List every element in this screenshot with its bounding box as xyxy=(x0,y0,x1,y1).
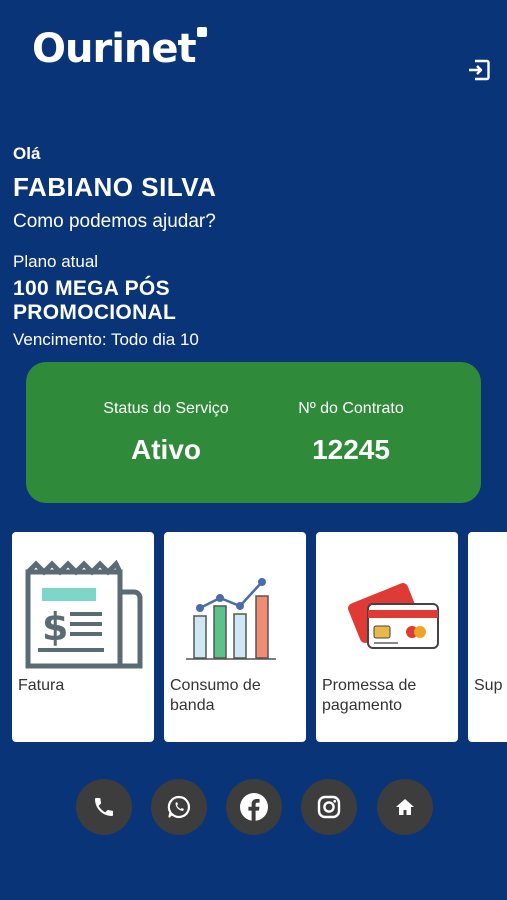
support-icon xyxy=(468,552,507,672)
social-bar xyxy=(0,779,507,836)
service-status-label: Status do Serviço xyxy=(103,400,229,417)
home-button[interactable] xyxy=(377,779,433,835)
phone-icon xyxy=(95,798,113,816)
shortcut-support[interactable]: Sup xyxy=(468,532,507,742)
contract-number-value: 12245 xyxy=(312,434,390,465)
plan-name: 100 MEGA PÓS PROMOCIONAL xyxy=(13,277,177,324)
greeting: Olá xyxy=(13,144,41,163)
shortcut-label: Consumo de banda xyxy=(170,677,261,714)
whatsapp-button[interactable] xyxy=(151,779,207,835)
facebook-icon xyxy=(240,793,268,821)
credit-card-icon xyxy=(347,583,439,649)
due-date: Vencimento: Todo dia 10 xyxy=(13,330,199,349)
plan-label: Plano atual xyxy=(13,252,99,271)
user-name: FABIANO SILVA xyxy=(13,172,217,202)
contract-number: Nº do Contrato 12245 xyxy=(261,400,441,466)
brand-logo-mark xyxy=(197,27,207,37)
logout-button[interactable] xyxy=(466,57,492,83)
whatsapp-icon xyxy=(167,795,190,819)
shortcut-invoice[interactable]: $ Fatura xyxy=(12,532,154,742)
invoice-icon: $ xyxy=(25,559,143,669)
phone-button[interactable] xyxy=(76,779,132,835)
svg-text:$: $ xyxy=(42,605,68,649)
help-text: Como podemos ajudar? xyxy=(13,211,216,232)
bandwidth-chart-icon xyxy=(186,578,276,660)
contract-number-label: Nº do Contrato xyxy=(298,400,404,417)
shortcut-label: Promessa de pagamento xyxy=(322,677,417,714)
shortcut-label: Fatura xyxy=(18,677,65,694)
facebook-button[interactable] xyxy=(226,779,282,835)
shortcut-payment-promise[interactable]: Promessa de pagamento xyxy=(316,532,458,742)
service-status-value: Ativo xyxy=(131,434,201,465)
brand-logo: Ourinet xyxy=(32,26,197,72)
instagram-icon xyxy=(317,795,341,819)
shortcut-label: Sup xyxy=(474,677,503,694)
shortcut-bandwidth[interactable]: Consumo de banda xyxy=(164,532,306,742)
instagram-button[interactable] xyxy=(301,779,357,835)
logout-icon xyxy=(469,59,490,81)
home-icon xyxy=(396,799,414,815)
shortcut-carousel[interactable]: $ Fatura Consumo de banda Promessa de pa… xyxy=(0,532,507,742)
status-card: Status do Serviço Ativo Nº do Contrato 1… xyxy=(26,362,481,503)
service-status: Status do Serviço Ativo xyxy=(76,400,256,466)
